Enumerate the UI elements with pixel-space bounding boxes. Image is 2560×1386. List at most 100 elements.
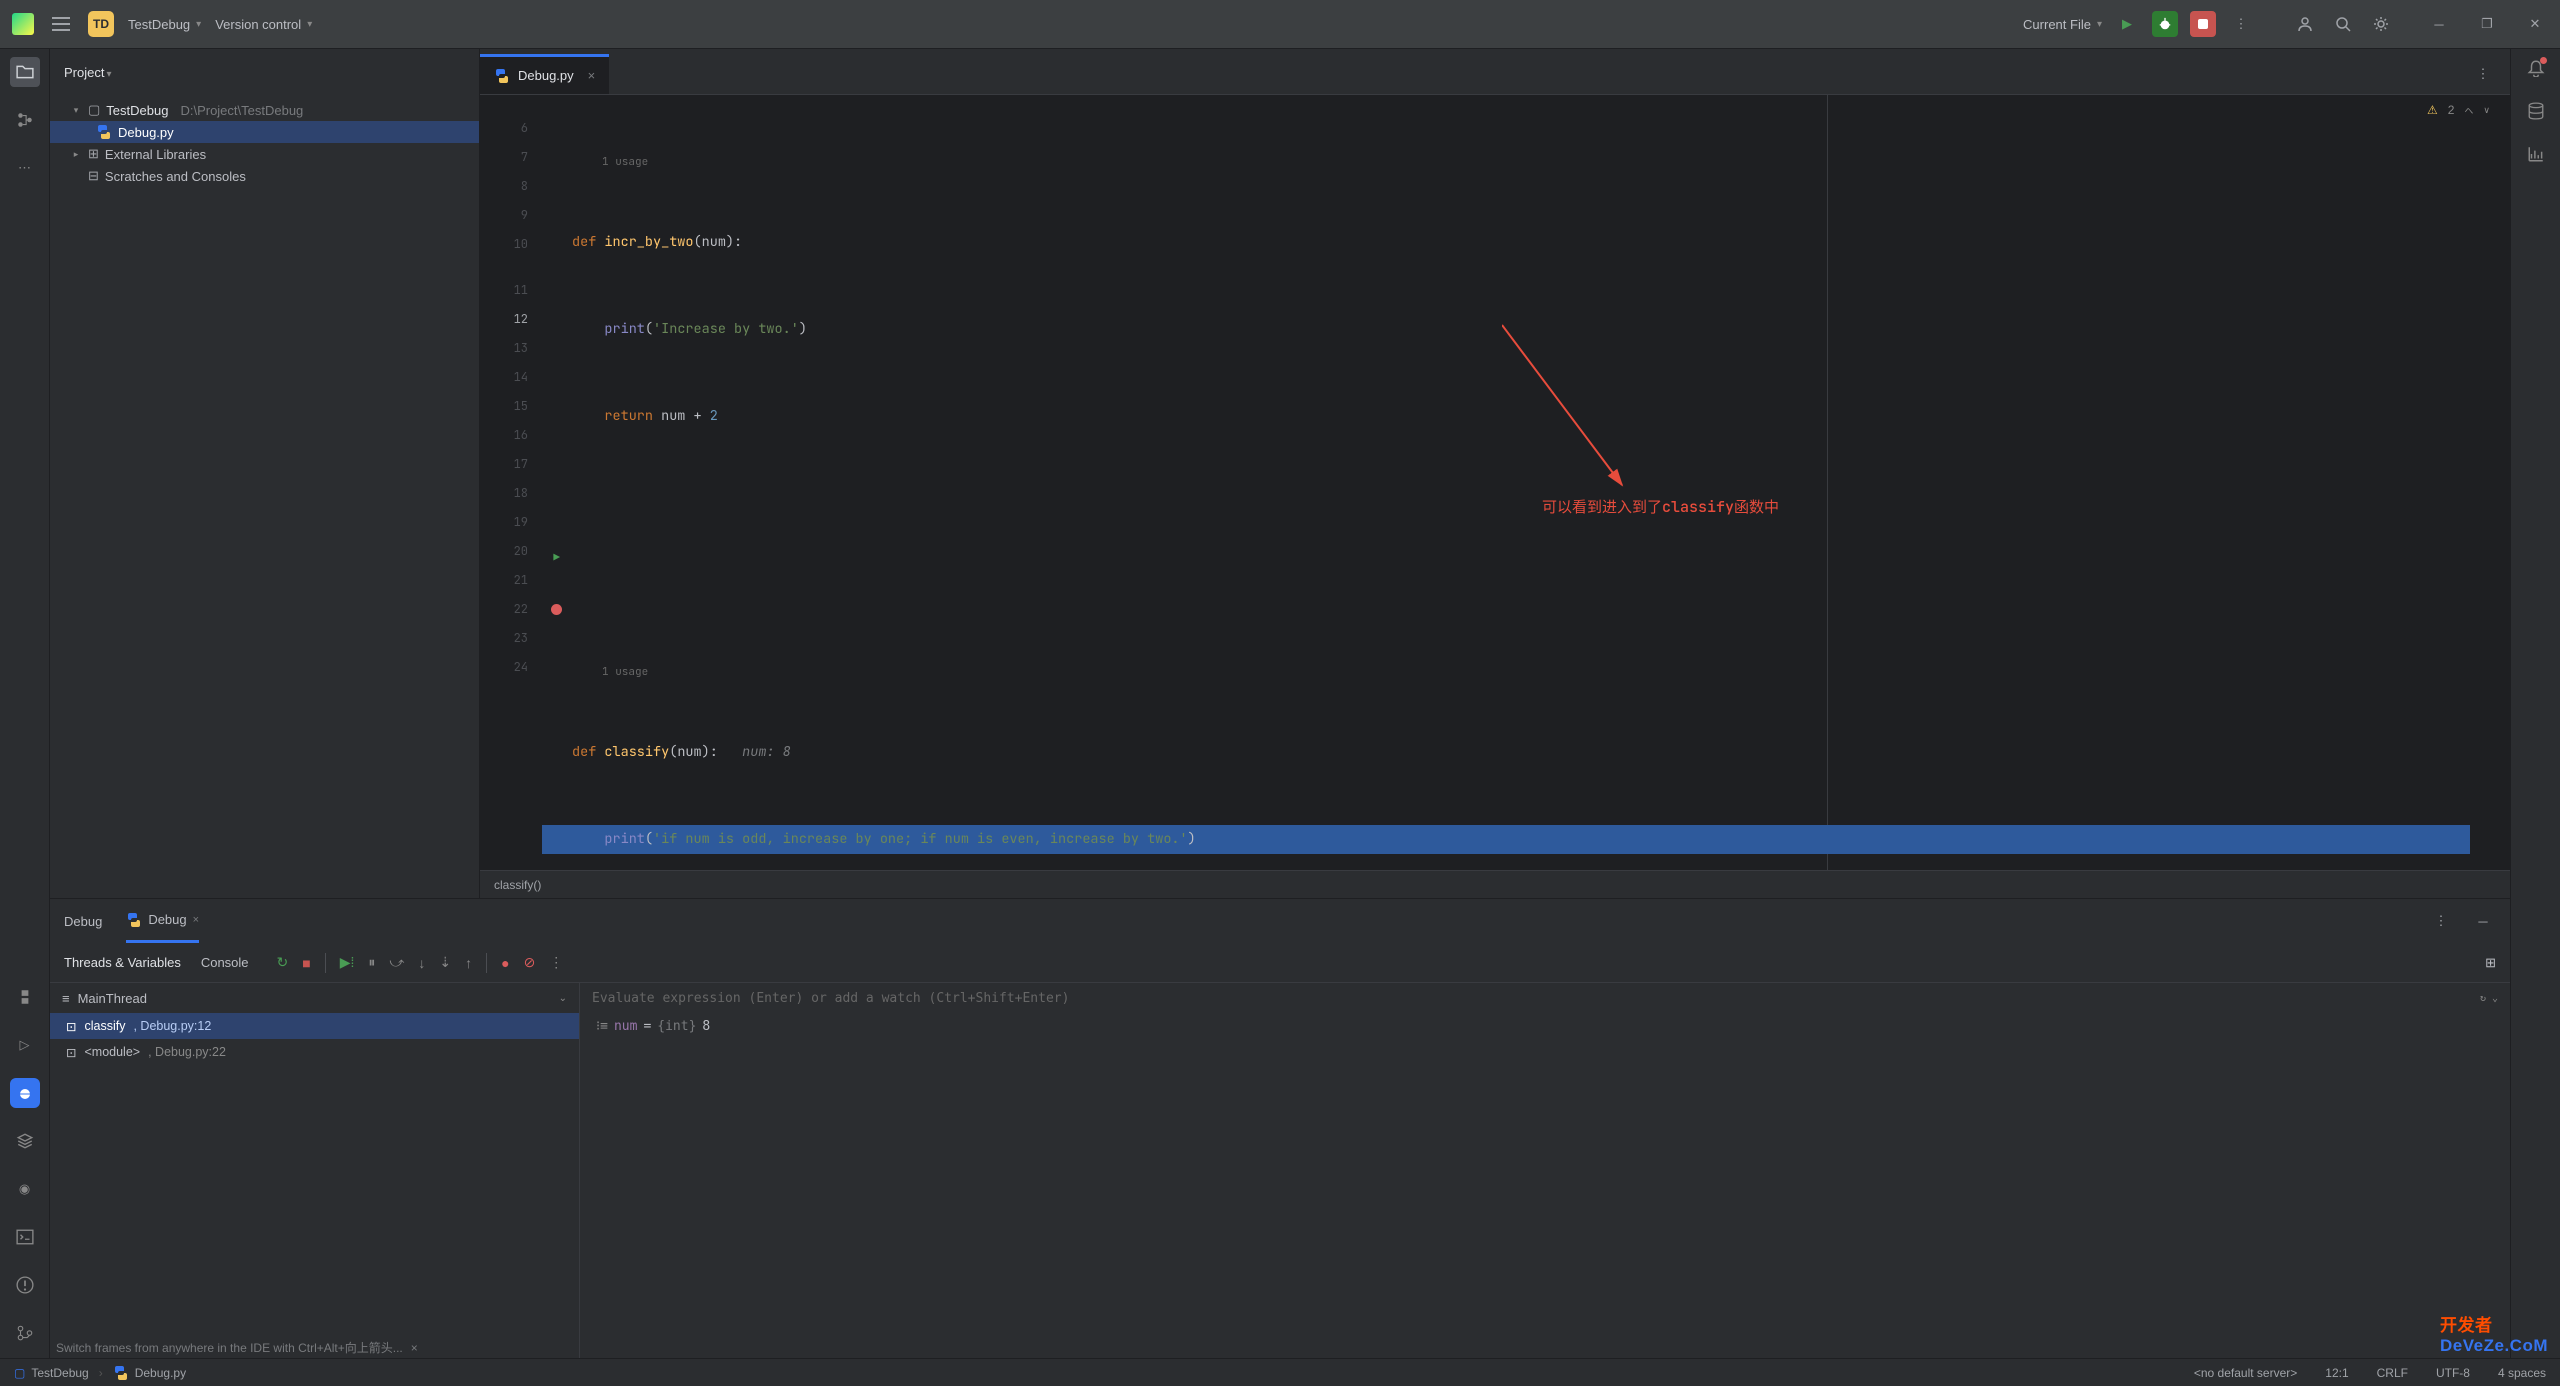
editor-tab-debug-py[interactable]: Debug.py × [480,54,609,94]
expand-button[interactable]: ⌄ [2492,993,2498,1004]
line-number[interactable]: 8 [480,172,542,201]
nav-crumb-file[interactable]: Debug.py [113,1365,186,1381]
sciview-tool-button[interactable] [2527,145,2545,166]
step-out-button[interactable]: ↑ [465,955,472,971]
debug-panel-minimize-button[interactable]: ─ [2470,908,2496,934]
history-button[interactable]: ↻ [2480,993,2486,1004]
editor-more-button[interactable]: ⋮ [2470,61,2496,87]
database-tool-button[interactable] [2527,102,2545,123]
nav-crumb-project[interactable]: ▢ TestDebug [14,1366,89,1380]
pause-button[interactable]: ⏸ [368,954,375,971]
variable-num[interactable]: ⁝≡ num = {int} 8 [580,1013,2510,1039]
editor-inspection-widget[interactable]: ⚠ 2 ヘ ∨ [2427,103,2490,117]
project-panel-header[interactable]: Project [50,49,479,95]
code-editor[interactable]: ⚠ 2 ヘ ∨ 6 7 8 9 10 11 [480,95,2510,870]
close-tab-button[interactable]: × [588,68,596,83]
threads-variables-tab[interactable]: Threads & Variables [64,955,181,970]
close-session-button[interactable]: × [193,914,199,926]
project-badge[interactable]: TD [88,11,114,37]
services-tool-button[interactable] [10,1126,40,1156]
stop-debug-button[interactable]: ■ [302,955,310,971]
line-number[interactable]: 12 [480,305,542,334]
status-line-separator[interactable]: CRLF [2377,1366,2408,1380]
layout-settings-button[interactable]: ⊞ [2485,955,2496,970]
python-packages-button[interactable] [10,982,40,1012]
resume-button[interactable]: ▶⁞ [340,954,355,971]
line-number[interactable]: 7 [480,143,542,172]
line-number[interactable]: 6 [480,114,542,143]
watermark: 开发者 DeVeZe.CoM [2440,1311,2548,1356]
close-window-button[interactable]: ✕ [2522,11,2548,37]
maximize-button[interactable]: ❐ [2474,11,2500,37]
stack-frame-module[interactable]: ⊡ <module>, Debug.py:22 [50,1039,579,1065]
view-breakpoints-button[interactable]: ● [501,955,509,971]
file-item-debug-py[interactable]: Debug.py [50,121,479,143]
project-tree: ▾ ▢ TestDebug D:\Project\TestDebug Debug… [50,95,479,191]
stack-frame-classify[interactable]: ⊡ classify, Debug.py:12 [50,1013,579,1039]
run-tool-button[interactable]: ▷ [10,1030,40,1060]
project-tool-button[interactable] [10,57,40,87]
debug-button[interactable] [2152,11,2178,37]
run-config-selector[interactable]: Current File [2023,17,2102,32]
step-into-button[interactable]: ↓ [418,955,425,971]
debug-panel-more-button[interactable]: ⋮ [2428,908,2454,934]
line-number[interactable]: 24 [480,653,542,682]
python-console-button[interactable]: ◉ [10,1174,40,1204]
search-everywhere-button[interactable] [2330,11,2356,37]
terminal-tool-button[interactable] [10,1222,40,1252]
line-number[interactable]: 15 [480,392,542,421]
stop-button[interactable] [2190,11,2216,37]
evaluate-expression-input[interactable]: Evaluate expression (Enter) or add a wat… [580,983,2510,1013]
line-number[interactable]: 16 [480,421,542,450]
line-number[interactable]: 11 [480,276,542,305]
line-number[interactable]: 21 [480,566,542,595]
status-cursor-position[interactable]: 12:1 [2325,1366,2348,1380]
line-number[interactable]: 13 [480,334,542,363]
debug-tool-button[interactable] [10,1078,40,1108]
debug-session-tab[interactable]: Debug × [126,899,199,943]
editor-breadcrumb[interactable]: classify() [480,870,2510,898]
notifications-button[interactable] [2527,59,2545,80]
line-number[interactable]: 17 [480,450,542,479]
editor-tabs: Debug.py × ⋮ [480,49,2510,95]
editor-tab-label: Debug.py [518,68,574,83]
line-number[interactable]: 20▶ [480,537,542,566]
code-with-me-button[interactable] [2292,11,2318,37]
line-number[interactable]: 9 [480,201,542,230]
minimize-button[interactable]: ─ [2426,11,2452,37]
main-menu-button[interactable] [48,11,74,37]
line-number[interactable]: 23 [480,624,542,653]
external-libraries-item[interactable]: ▸ ⊞ External Libraries [50,143,479,165]
structure-tool-button[interactable] [10,105,40,135]
line-number[interactable]: 14 [480,363,542,392]
line-number[interactable]: 22 [480,595,542,624]
scratches-item[interactable]: ▸ ⊟ Scratches and Consoles [50,165,479,187]
status-indent[interactable]: 4 spaces [2498,1366,2546,1380]
editor-gutter[interactable]: 6 7 8 9 10 11 12 13 14 15 16 17 18 [480,95,542,870]
line-number[interactable]: 10 [480,230,542,259]
run-button[interactable]: ▶ [2114,11,2140,37]
debug-session-label: Debug [148,912,186,927]
line-number[interactable]: 19 [480,508,542,537]
project-root-item[interactable]: ▾ ▢ TestDebug D:\Project\TestDebug [50,99,479,121]
step-over-button[interactable]: ⤻ [389,954,404,971]
thread-selector[interactable]: ≡ MainThread ⌄ [50,983,579,1013]
more-actions-button[interactable]: ⋮ [2228,11,2254,37]
line-number[interactable]: 18 [480,479,542,508]
code-content[interactable]: 1 usage def incr_by_two(num): print('Inc… [542,95,2510,870]
vcs-selector[interactable]: Version control [215,17,312,32]
status-server[interactable]: <no default server> [2194,1366,2297,1380]
rerun-button[interactable]: ↻ [277,954,289,971]
more-tools-button[interactable]: ⋯ [10,153,40,183]
project-selector[interactable]: TestDebug [128,17,201,32]
scratches-label: Scratches and Consoles [105,169,246,184]
status-encoding[interactable]: UTF-8 [2436,1366,2470,1380]
mute-breakpoints-button[interactable]: ⊘ [524,954,536,971]
step-into-my-button[interactable]: ⇣ [439,954,451,971]
vcs-tool-button[interactable] [10,1318,40,1348]
debug-toolbar-more-button[interactable]: ⋮ [549,954,563,971]
problems-tool-button[interactable] [10,1270,40,1300]
close-tip-button[interactable]: × [411,1341,418,1355]
console-tab[interactable]: Console [201,955,249,970]
settings-button[interactable] [2368,11,2394,37]
